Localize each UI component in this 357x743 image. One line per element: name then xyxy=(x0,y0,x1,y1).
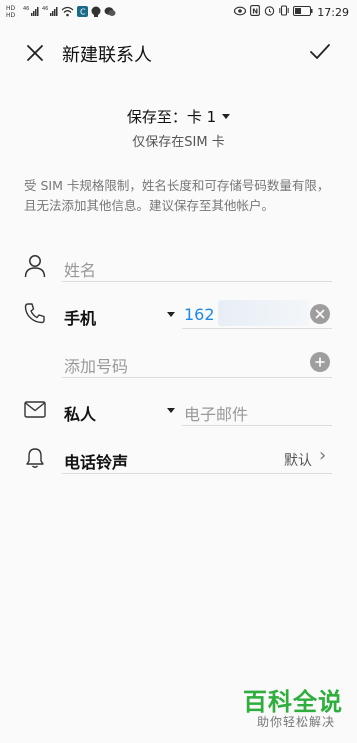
clear-phone-button[interactable] xyxy=(310,304,330,324)
close-icon xyxy=(27,45,43,61)
status-left: HD HD 46 46 C xyxy=(6,4,116,21)
wifi-icon xyxy=(61,6,74,20)
status-time: 17:29 xyxy=(317,5,349,19)
page-title: 新建联系人 xyxy=(62,45,152,66)
ringtone-value[interactable]: 默认 xyxy=(284,450,312,470)
email-type-dropdown-icon[interactable] xyxy=(167,408,175,413)
save-to-selector[interactable]: 保存至：卡 1 xyxy=(0,106,357,127)
battery-icon xyxy=(293,5,313,19)
nfc-icon: N xyxy=(250,5,261,19)
save-to-label: 保存至：卡 1 xyxy=(126,108,217,126)
svg-text:HD: HD xyxy=(6,5,16,12)
email-divider xyxy=(182,425,332,426)
close-button[interactable] xyxy=(22,40,48,66)
app-icon: C xyxy=(77,5,88,20)
status-bar: HD HD 46 46 C N 17:29 xyxy=(0,0,357,24)
status-right: N 17:29 xyxy=(234,5,349,19)
phone-divider xyxy=(182,328,332,329)
add-number-divider xyxy=(62,377,332,378)
dropdown-arrow-icon xyxy=(222,114,231,119)
mail-icon xyxy=(24,401,46,422)
watermark-subtitle: 助你轻松解决 xyxy=(256,715,335,729)
chat-icon xyxy=(104,6,116,20)
notification-icon xyxy=(91,6,101,20)
email-type-label[interactable]: 私人 xyxy=(64,401,96,425)
plus-icon xyxy=(315,357,325,367)
svg-text:46: 46 xyxy=(42,6,48,12)
name-input[interactable]: 姓名 xyxy=(64,257,324,281)
add-number-button[interactable] xyxy=(310,352,330,372)
phone-type-label[interactable]: 手机 xyxy=(64,305,96,329)
phone-icon xyxy=(24,302,46,328)
svg-text:C: C xyxy=(80,7,86,16)
svg-text:46: 46 xyxy=(23,6,29,12)
sim-limit-notice: 受 SIM 卡规格限制，姓名长度和可存储号码数量有限，且无法添加其他信息。建议保… xyxy=(24,178,330,213)
ringtone-label[interactable]: 电话铃声 xyxy=(64,449,128,473)
person-icon xyxy=(24,254,46,282)
svg-text:HD: HD xyxy=(6,12,16,18)
ringtone-divider xyxy=(62,473,332,474)
check-icon xyxy=(310,44,330,59)
phone-type-dropdown-icon[interactable] xyxy=(167,312,175,317)
watermark-title: 百科全说 xyxy=(243,688,343,716)
confirm-button[interactable] xyxy=(306,39,334,65)
vibrate-icon xyxy=(279,5,289,19)
save-to-subtitle: 仅保存在SIM 卡 xyxy=(132,135,225,150)
hd-icon: HD HD xyxy=(6,4,20,21)
name-divider xyxy=(62,281,332,282)
eye-icon xyxy=(234,6,247,19)
email-input[interactable]: 电子邮件 xyxy=(184,401,248,425)
phone-input[interactable]: 162 xyxy=(184,305,215,324)
signal-icon: 46 xyxy=(23,5,39,20)
add-number-input[interactable]: 添加号码 xyxy=(64,353,128,377)
svg-text:N: N xyxy=(252,8,258,16)
phone-number-blur xyxy=(218,300,310,326)
bell-icon xyxy=(25,447,45,473)
signal-icon-2: 46 xyxy=(42,5,58,20)
alarm-icon xyxy=(264,5,275,19)
chevron-right-icon: › xyxy=(319,445,327,466)
clear-icon xyxy=(315,309,325,319)
